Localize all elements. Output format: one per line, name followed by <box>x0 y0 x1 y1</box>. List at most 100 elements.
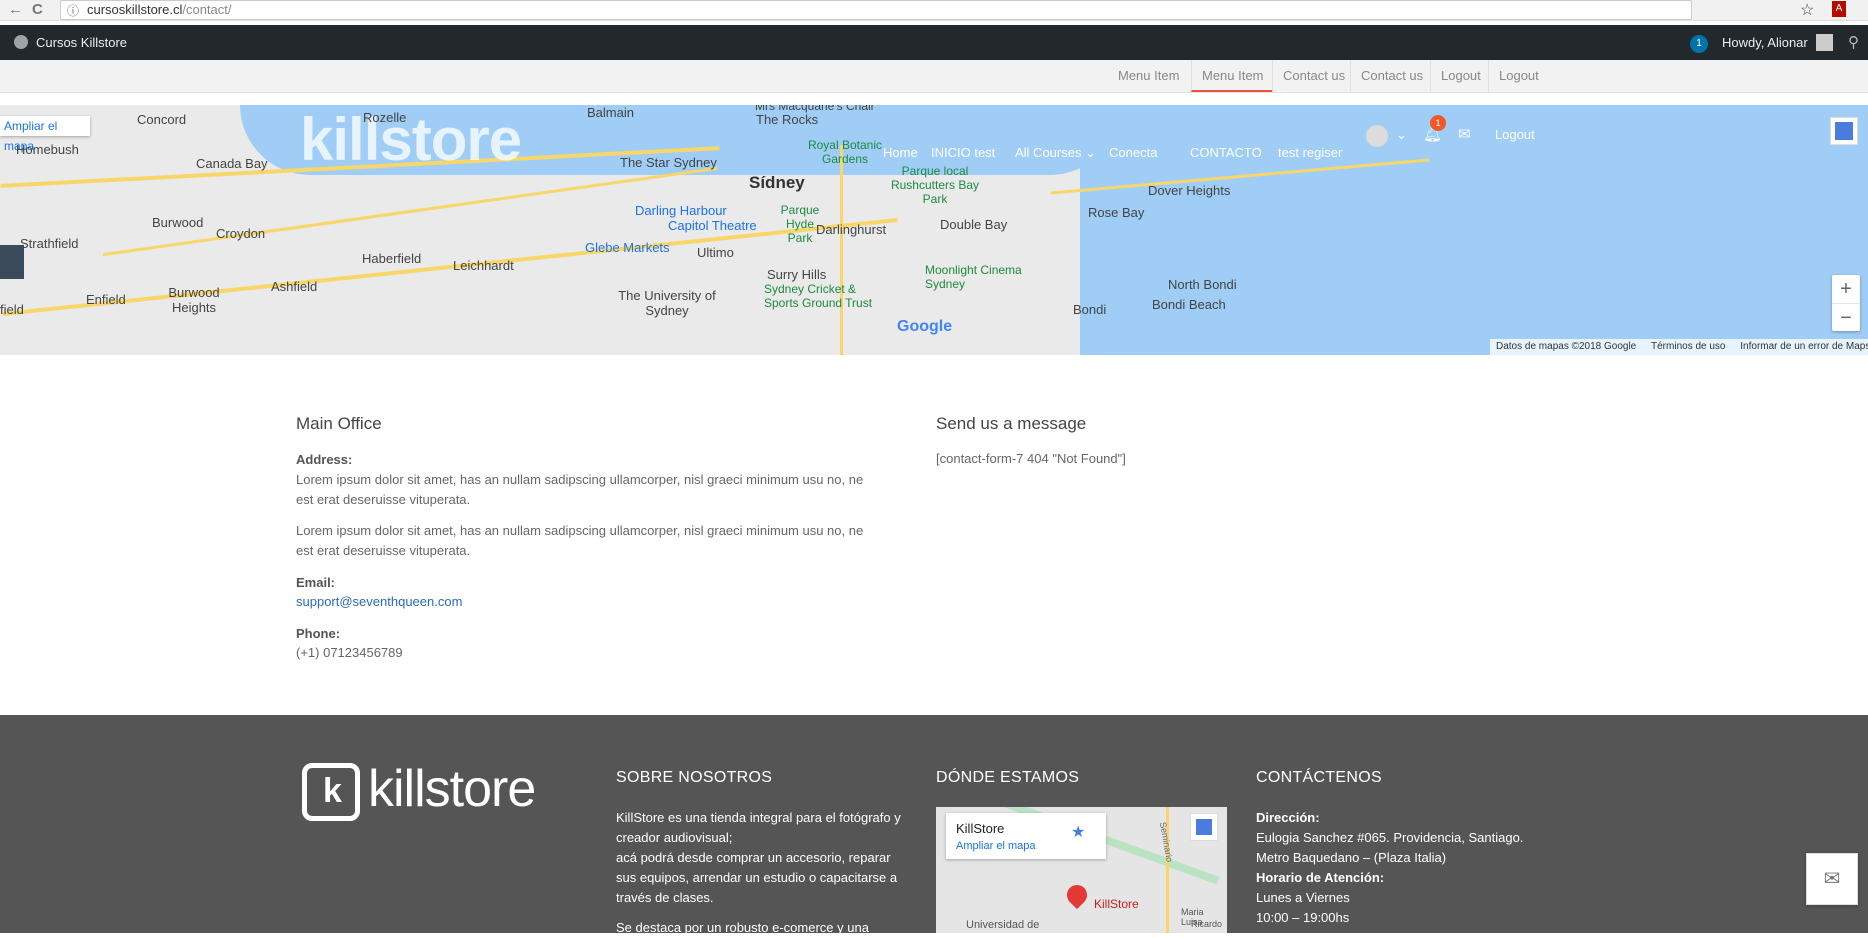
map-pin-icon[interactable] <box>1062 880 1092 910</box>
footer-map[interactable]: Seminario Universidad de Maria Luisa Ric… <box>936 807 1227 933</box>
admin-howdy-link[interactable]: Howdy, Alionar <box>1722 25 1808 60</box>
zoom-in-button[interactable]: + <box>1832 275 1860 303</box>
info-icon[interactable]: ⓘ <box>67 2 79 19</box>
top-menu-logout-1[interactable]: Logout <box>1430 60 1491 92</box>
map-label: Rose Bay <box>1088 205 1145 220</box>
place-enlarge-link[interactable]: Ampliar el mapa <box>956 840 1035 852</box>
pegman-icon[interactable] <box>1190 813 1218 841</box>
address-text-1: Lorem ipsum dolor sit amet, has an nulla… <box>296 472 864 487</box>
address-text-1b: est erat deseruisse vituperata. <box>296 492 471 507</box>
user-avatar-icon[interactable] <box>1366 125 1388 147</box>
top-menu-contact-1[interactable]: Contact us <box>1272 60 1355 92</box>
map-label: Enfield <box>86 292 126 307</box>
nav-contacto[interactable]: CONTACTO <box>1190 145 1262 160</box>
map-street: Ricardo <box>1191 919 1223 929</box>
map-label: Burwood Heights <box>168 285 220 315</box>
about-line: acá podrá desde comprar un accesorio, re… <box>616 850 891 865</box>
map-enlarge-link[interactable]: Ampliar el mapa <box>0 116 90 153</box>
about-line: través de clases. <box>616 890 714 905</box>
browser-toolbar: ← C ⓘ cursoskillstore.cl/contact/ ☆ A <box>0 0 1868 21</box>
nav-inicio-test[interactable]: INICIO test <box>931 145 995 160</box>
reload-icon[interactable]: C <box>32 0 43 20</box>
nav-all-courses[interactable]: All Courses <box>1015 145 1081 160</box>
map-label: The University of Sydney <box>618 288 716 318</box>
nav-conecta[interactable]: Conecta <box>1109 145 1157 160</box>
contact-form-placeholder: [contact-form-7 404 "Not Found"] <box>936 451 1126 466</box>
pegman-icon[interactable] <box>1830 117 1858 145</box>
avatar[interactable] <box>1816 34 1833 51</box>
map-place-card: KillStore Ampliar el mapa ★ <box>946 813 1106 859</box>
address-label: Address: <box>296 452 353 467</box>
street-view-thumbnail[interactable] <box>0 245 24 279</box>
email-label: Email: <box>296 575 336 590</box>
footer-logo-mark[interactable]: k <box>302 763 360 821</box>
address-text-2: Lorem ipsum dolor sit amet, has an nulla… <box>296 523 864 538</box>
chevron-down-icon[interactable]: ⌄ <box>1396 127 1407 143</box>
address-label: Dirección: <box>1256 810 1320 825</box>
address-bar[interactable]: ⓘ cursoskillstore.cl/contact/ <box>60 0 1692 20</box>
back-arrow-icon[interactable]: ← <box>8 0 23 20</box>
map-label: Sídney <box>749 173 805 192</box>
nav-test-regiser[interactable]: test regiser <box>1278 145 1342 160</box>
hours-line: 10:00 – 19:00hs <box>1256 910 1350 925</box>
map-road <box>840 145 843 355</box>
map-label: Surry Hills <box>767 267 827 282</box>
footer: k killstore SOBRE NOSOTROS KillStore es … <box>0 715 1868 935</box>
map-water <box>1080 105 1868 355</box>
top-menu-logout-2[interactable]: Logout <box>1488 60 1549 92</box>
map-label: Mrs Macquarie's Chair <box>755 105 875 113</box>
map-label: Ultimo <box>697 245 734 260</box>
nav-logout[interactable]: Logout <box>1495 127 1535 142</box>
map-label: Homebush <box>16 142 79 157</box>
map-label: Moonlight Cinema Sydney <box>925 263 1022 291</box>
notification-badge[interactable]: 1 <box>1430 115 1446 131</box>
google-map[interactable]: killstore Ampliar el mapa Concord Homebu… <box>0 105 1868 355</box>
message-button[interactable]: ✉ <box>1806 853 1858 905</box>
map-label: Burwood <box>152 215 204 230</box>
map-street: Universidad de <box>966 919 1040 931</box>
google-logo: Google <box>897 318 953 335</box>
phone-label: Phone: <box>296 626 341 641</box>
terms-link[interactable]: Términos de uso <box>1651 341 1725 352</box>
top-menu-item-2[interactable]: Menu Item <box>1191 60 1274 92</box>
footer-logo-letter: k <box>323 772 342 810</box>
email-link[interactable]: support@seventhqueen.com <box>296 594 462 609</box>
site-logo[interactable]: killstore <box>300 105 522 174</box>
admin-site-link[interactable]: Cursos Killstore <box>14 25 127 60</box>
save-star-icon[interactable]: ★ <box>1071 822 1085 842</box>
map-label: The Star Sydney <box>620 155 717 170</box>
about-line: creador audiovisual; <box>616 830 733 845</box>
where-heading: DÓNDE ESTAMOS <box>936 769 1080 786</box>
top-menu-item-1[interactable]: Menu Item <box>1108 60 1189 92</box>
map-label: Croydon <box>216 226 266 241</box>
footer-logo-text[interactable]: killstore <box>368 759 536 819</box>
map-label: Dover Heights <box>1148 183 1231 198</box>
address-line: Eulogia Sanchez #065. Providencia, Santi… <box>1256 830 1524 845</box>
map-label: Canada Bay <box>196 156 268 171</box>
phone-value: (+1) 07123456789 <box>296 645 403 660</box>
send-message-heading: Send us a message <box>936 414 1087 433</box>
chevron-down-icon[interactable]: ⌄ <box>1085 145 1096 161</box>
search-icon[interactable]: ⚲ <box>1848 33 1859 51</box>
map-label: Leichhardt <box>453 258 514 273</box>
admin-notification-badge[interactable]: 1 <box>1690 35 1708 53</box>
pdf-extension-icon[interactable]: A <box>1832 1 1846 17</box>
zoom-out-button[interactable]: − <box>1832 303 1860 332</box>
map-label: Bondi <box>1073 302 1107 317</box>
bookmark-star-icon[interactable]: ☆ <box>1800 0 1814 20</box>
map-data-credit: Datos de mapas ©2018 Google <box>1496 341 1637 352</box>
place-title: KillStore <box>956 821 1005 836</box>
main-office-heading: Main Office <box>296 414 382 433</box>
map-attribution: Datos de mapas ©2018 Google Términos de … <box>1490 339 1868 355</box>
about-heading: SOBRE NOSOTROS <box>616 769 773 786</box>
mail-icon[interactable]: ✉ <box>1458 125 1471 143</box>
report-error-link[interactable]: Informar de un error de Maps <box>1740 341 1868 352</box>
hours-line: Lunes a Viernes <box>1256 890 1350 905</box>
hours-label: Horario de Atención: <box>1256 870 1385 885</box>
nav-home[interactable]: Home <box>883 145 918 160</box>
top-menu-contact-2[interactable]: Contact us <box>1350 60 1433 92</box>
map-label: Parque local Rushcutters Bay Park <box>890 164 980 206</box>
url-text: cursoskillstore.cl/contact/ <box>87 2 232 17</box>
map-label: Strathfield <box>20 236 79 251</box>
map-label: Double Bay <box>940 217 1008 232</box>
